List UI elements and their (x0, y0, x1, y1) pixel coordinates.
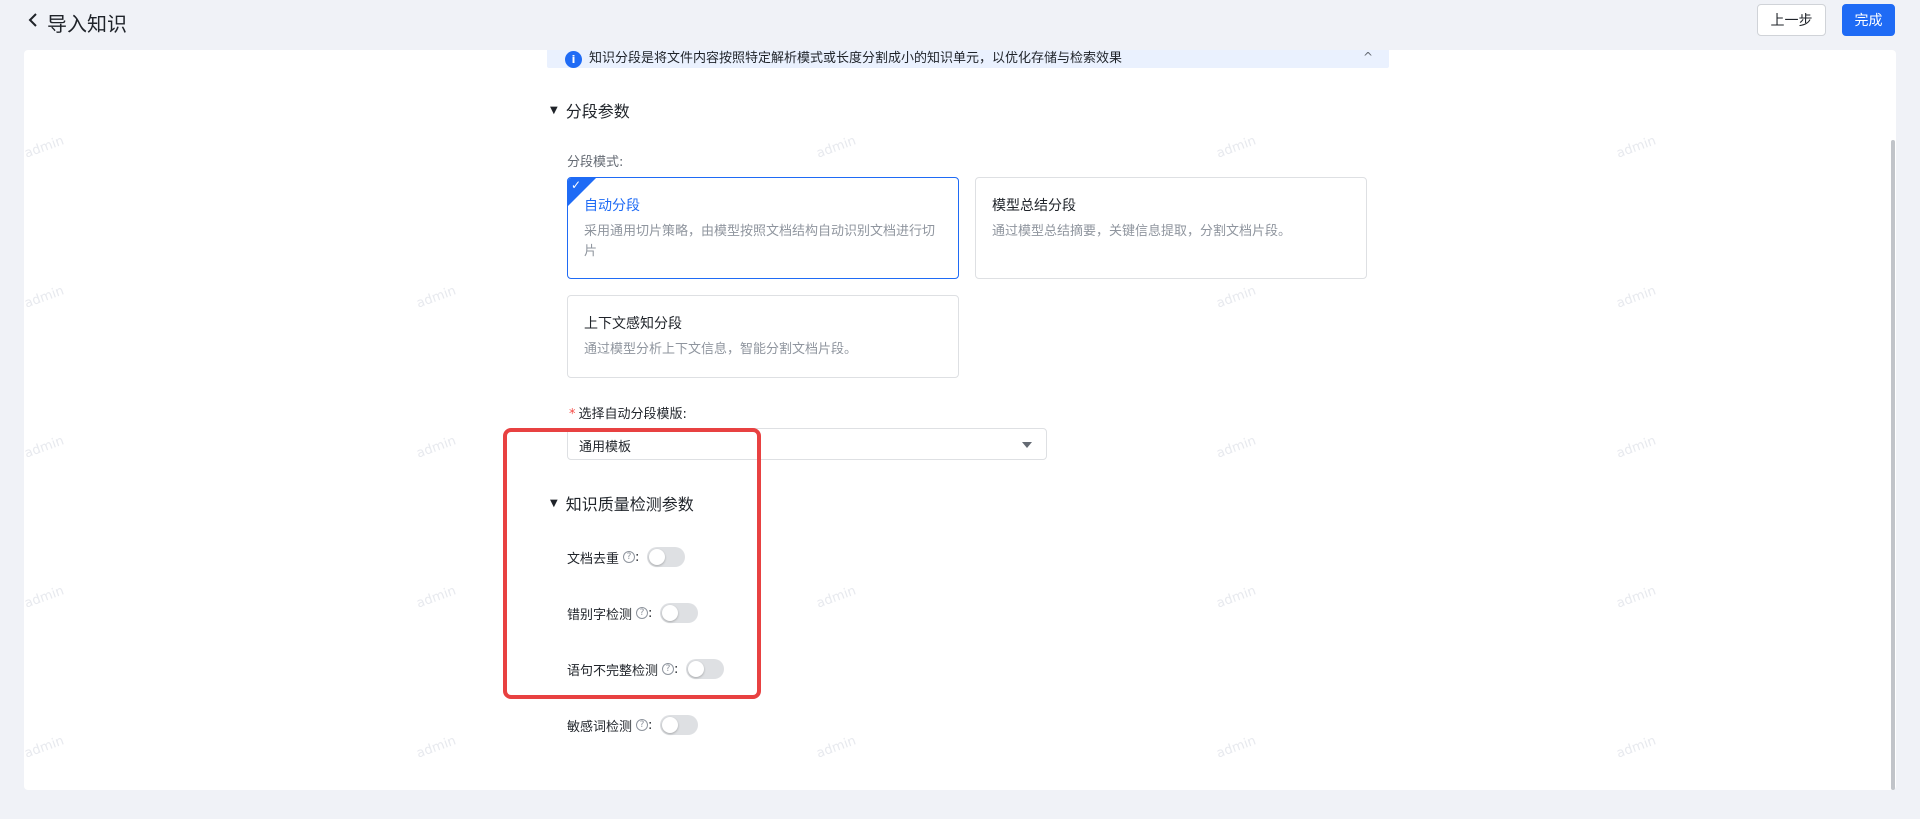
highlight-annotation (503, 428, 761, 699)
watermark: admin (1614, 433, 1659, 462)
watermark: admin (414, 733, 459, 762)
watermark: admin (24, 433, 67, 462)
required-marker: * (569, 407, 576, 422)
watermark: admin (1614, 283, 1659, 312)
previous-step-button[interactable]: 上一步 (1757, 4, 1826, 36)
page-title: 导入知识 (47, 12, 127, 36)
watermark: admin (24, 733, 67, 762)
watermark: admin (1214, 283, 1259, 312)
watermark: admin (1214, 733, 1259, 762)
watermark: admin (414, 433, 459, 462)
watermark: admin (1614, 733, 1659, 762)
toggle-label: 敏感词检测 (567, 719, 633, 735)
watermark: admin (1214, 433, 1259, 462)
info-banner-text: 知识分段是将文件内容按照特定解析模式或长度分割成小的知识单元，以优化存储与检索效… (589, 51, 1123, 66)
top-bar: 导入知识 上一步 完成 (0, 0, 1920, 50)
help-icon[interactable]: ? (636, 719, 649, 731)
mode-description: 通过模型总结摘要，关键信息提取，分割文档片段。 (992, 224, 1292, 239)
collapse-chevron-icon[interactable]: ^ (1363, 50, 1373, 64)
watermark: admin (1614, 133, 1659, 162)
watermark: admin (814, 583, 859, 612)
caret-down-icon: ▼ (550, 104, 558, 116)
section-header-segment[interactable]: ▼ 分段参数 (550, 98, 630, 122)
scrollbar-thumb[interactable] (1891, 140, 1895, 790)
content-card: admin admin admin admin admin admin admi… (24, 50, 1896, 790)
template-label-text: 选择自动分段模版: (578, 407, 687, 422)
watermark: admin (414, 583, 459, 612)
switch-knob (662, 717, 679, 733)
mode-title: 模型总结分段 (992, 198, 1076, 214)
watermark: admin (1214, 133, 1259, 162)
check-icon: ✓ (571, 178, 582, 192)
info-icon: i (565, 51, 582, 68)
segment-mode-label: 分段模式: (567, 155, 624, 170)
mode-card-context-aware[interactable]: 上下文感知分段 通过模型分析上下文信息，智能分割文档片段。 (567, 295, 959, 378)
colon: : (648, 717, 653, 733)
watermark: admin (24, 283, 67, 312)
done-button[interactable]: 完成 (1842, 4, 1895, 36)
mode-description: 采用通用切片策略，由模型按照文档结构自动识别文档进行切片 (584, 224, 936, 259)
section-title: 分段参数 (565, 102, 630, 121)
mode-card-model-summary[interactable]: 模型总结分段 通过模型总结摘要，关键信息提取，分割文档片段。 (975, 177, 1367, 279)
watermark: admin (24, 583, 67, 612)
toggle-row-sensitive: 敏感词检测 ? : (567, 715, 699, 735)
watermark: admin (1614, 583, 1659, 612)
back-arrow-icon[interactable] (22, 9, 44, 31)
mode-card-auto[interactable]: ✓ 自动分段 采用通用切片策略，由模型按照文档结构自动识别文档进行切片 (567, 177, 959, 279)
mode-title: 自动分段 (584, 198, 640, 214)
template-label: * 选择自动分段模版: (569, 403, 687, 422)
sensitive-word-toggle-switch[interactable] (660, 715, 699, 735)
watermark: admin (814, 133, 859, 162)
watermark: admin (24, 133, 67, 162)
mode-description: 通过模型分析上下文信息，智能分割文档片段。 (584, 342, 858, 357)
watermark: admin (1214, 583, 1259, 612)
watermark: admin (814, 733, 859, 762)
mode-title: 上下文感知分段 (584, 316, 682, 332)
dropdown-arrow-icon (1022, 442, 1032, 448)
watermark: admin (414, 283, 459, 312)
